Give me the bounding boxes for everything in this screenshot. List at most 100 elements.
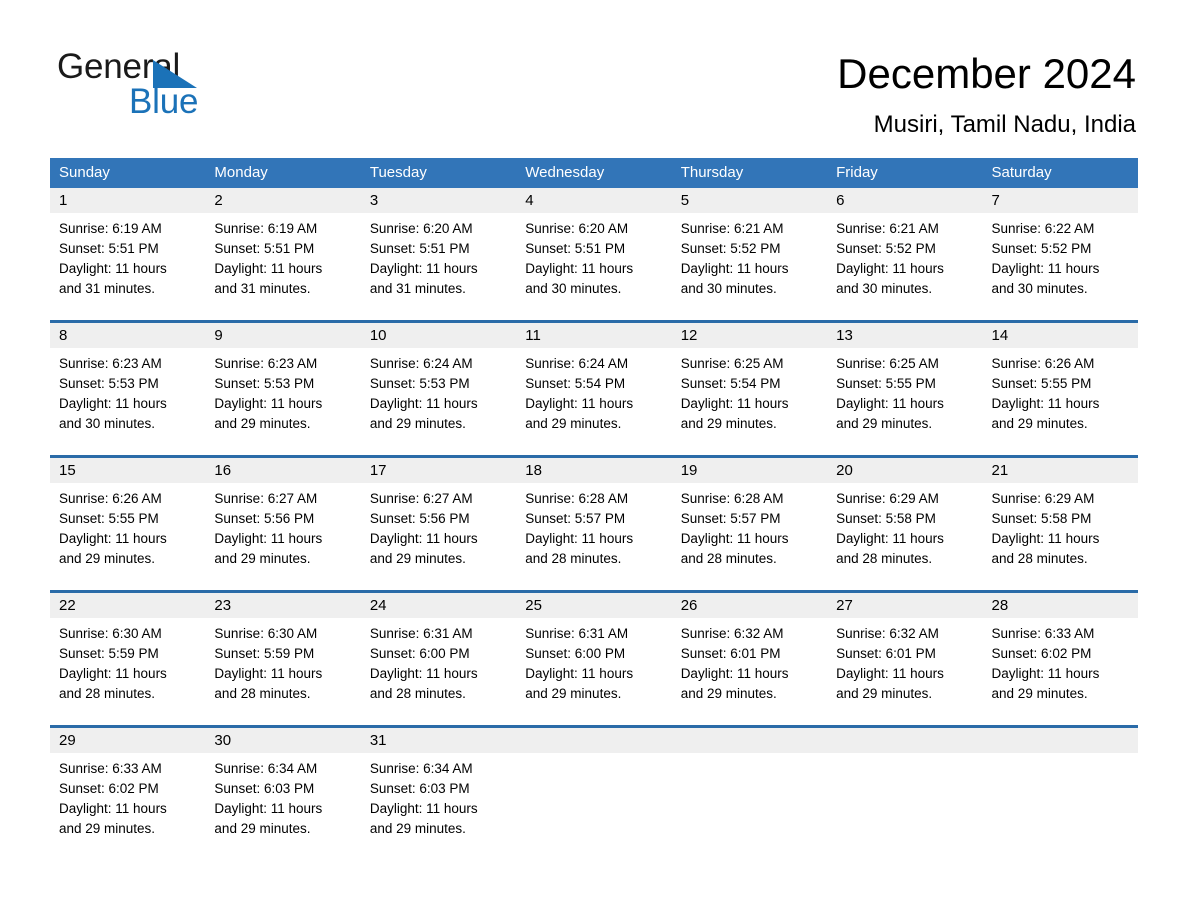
sunset-text: Sunset: 6:01 PM <box>680 646 781 661</box>
sunset-text: Sunset: 5:51 PM <box>59 241 159 256</box>
sunset-text: Sunset: 5:55 PM <box>836 376 936 391</box>
daylight-text-line1: Daylight: 11 hours <box>369 666 478 681</box>
day-info: Sunrise: 6:26 AM Sunset: 5:55 PM Daylight:… <box>50 483 205 578</box>
daylight-text-line1: Daylight: 11 hours <box>59 666 167 681</box>
sunset-text: Sunset: 5:56 PM <box>369 511 470 526</box>
sunrise-text: Sunrise: 6:26 AM <box>59 491 162 506</box>
day-number[interactable]: 18 <box>516 458 671 483</box>
daylight-text-line1: Daylight: 11 hours <box>680 531 789 546</box>
daylight-text-line2: and 29 minutes. <box>836 686 933 701</box>
sunrise-text: Sunrise: 6:33 AM <box>59 761 162 776</box>
day-number[interactable]: 16 <box>205 458 360 483</box>
day-number[interactable]: 20 <box>827 458 982 483</box>
day-info: Sunrise: 6:32 AM Sunset: 6:01 PM Daylight:… <box>827 618 982 713</box>
daylight-text-line1: Daylight: 11 hours <box>525 531 634 546</box>
sunrise-text: Sunrise: 6:27 AM <box>214 491 318 506</box>
daylight-text-line2: and 29 minutes. <box>59 551 156 566</box>
daylight-text-line1: Daylight: 11 hours <box>59 531 167 546</box>
calendar-week-row: 15 16 17 18 19 20 21 Sunrise: 6:26 AM Sunset: 5:… <box>50 455 1138 578</box>
day-info: Sunrise: 6:31 AM Sunset: 6:00 PM Daylight:… <box>516 618 671 713</box>
daylight-text-line2: and 30 minutes. <box>836 281 933 296</box>
calendar-week-row: 1 2 3 4 5 6 7 Sunrise: 6:19 AM Sunset: 5:51 PM Da… <box>50 188 1138 308</box>
daylight-text-line2: and 31 minutes. <box>59 281 156 296</box>
day-number-empty <box>672 728 827 753</box>
day-number[interactable]: 6 <box>827 188 982 213</box>
day-number[interactable]: 30 <box>205 728 360 753</box>
sunrise-text: Sunrise: 6:25 AM <box>836 356 939 371</box>
daylight-text-line2: and 29 minutes. <box>369 416 466 431</box>
day-number[interactable]: 22 <box>50 593 205 618</box>
daylight-text-line2: and 28 minutes. <box>214 686 311 701</box>
sunset-text: Sunset: 5:53 PM <box>369 376 470 391</box>
day-number[interactable]: 12 <box>672 323 827 348</box>
day-info: Sunrise: 6:33 AM Sunset: 6:02 PM Daylight:… <box>983 618 1138 713</box>
daylight-text-line1: Daylight: 11 hours <box>369 531 478 546</box>
daylight-text-line2: and 28 minutes. <box>525 551 622 566</box>
day-number[interactable]: 4 <box>516 188 671 213</box>
day-info: Sunrise: 6:28 AM Sunset: 5:57 PM Daylight:… <box>672 483 827 578</box>
sunset-text: Sunset: 6:02 PM <box>991 646 1092 661</box>
day-number[interactable]: 19 <box>672 458 827 483</box>
sunrise-text: Sunrise: 6:33 AM <box>991 626 1095 641</box>
sunset-text: Sunset: 5:51 PM <box>214 241 315 256</box>
day-info-empty <box>983 753 1138 848</box>
day-info: Sunrise: 6:34 AM Sunset: 6:03 PM Daylight:… <box>361 753 516 848</box>
weekday-header-sunday: Sunday <box>59 164 110 181</box>
day-info: Sunrise: 6:32 AM Sunset: 6:01 PM Daylight:… <box>672 618 827 713</box>
day-number[interactable]: 13 <box>827 323 982 348</box>
day-number[interactable]: 7 <box>983 188 1138 213</box>
day-info: Sunrise: 6:29 AM Sunset: 5:58 PM Daylight:… <box>983 483 1138 578</box>
day-number[interactable]: 3 <box>361 188 516 213</box>
day-number[interactable]: 27 <box>827 593 982 618</box>
day-number[interactable]: 25 <box>516 593 671 618</box>
day-number[interactable]: 17 <box>361 458 516 483</box>
sunrise-text: Sunrise: 6:21 AM <box>680 221 784 236</box>
day-info: Sunrise: 6:19 AM Sunset: 5:51 PM Daylight:… <box>50 213 205 308</box>
calendar-page: General Blue December 2024 Musiri, Tamil… <box>0 0 1188 918</box>
day-number[interactable]: 2 <box>205 188 360 213</box>
title-block: December 2024 Musiri, Tamil Nadu, India <box>837 48 1136 142</box>
sunrise-text: Sunrise: 6:26 AM <box>991 356 1095 371</box>
day-number[interactable]: 26 <box>672 593 827 618</box>
day-number[interactable]: 11 <box>516 323 671 348</box>
day-number[interactable]: 29 <box>50 728 205 753</box>
daylight-text-line1: Daylight: 11 hours <box>214 396 323 411</box>
week-date-band: 22 23 24 25 26 27 28 <box>50 593 1138 618</box>
day-info: Sunrise: 6:22 AM Sunset: 5:52 PM Daylight:… <box>983 213 1138 308</box>
weekday-header-wednesday: Wednesday <box>525 164 605 181</box>
daylight-text-line1: Daylight: 11 hours <box>991 396 1100 411</box>
daylight-text-line1: Daylight: 11 hours <box>525 396 634 411</box>
sunrise-text: Sunrise: 6:20 AM <box>525 221 629 236</box>
day-number[interactable]: 8 <box>50 323 205 348</box>
day-number[interactable]: 10 <box>361 323 516 348</box>
day-number[interactable]: 28 <box>983 593 1138 618</box>
daylight-text-line2: and 29 minutes. <box>369 821 466 836</box>
day-info: Sunrise: 6:24 AM Sunset: 5:54 PM Daylight:… <box>516 348 671 443</box>
daylight-text-line1: Daylight: 11 hours <box>991 666 1100 681</box>
day-number[interactable]: 15 <box>50 458 205 483</box>
day-info: Sunrise: 6:19 AM Sunset: 5:51 PM Daylight:… <box>205 213 360 308</box>
daylight-text-line2: and 28 minutes. <box>369 686 466 701</box>
daylight-text-line2: and 29 minutes. <box>680 416 777 431</box>
day-number[interactable]: 1 <box>50 188 205 213</box>
sunset-text: Sunset: 5:53 PM <box>214 376 315 391</box>
daylight-text-line2: and 29 minutes. <box>525 416 622 431</box>
sunset-text: Sunset: 5:58 PM <box>991 511 1092 526</box>
sunrise-text: Sunrise: 6:31 AM <box>369 626 473 641</box>
page-title: December 2024 <box>837 50 1136 97</box>
day-number[interactable]: 5 <box>672 188 827 213</box>
sunset-text: Sunset: 5:55 PM <box>991 376 1092 391</box>
sunset-text: Sunset: 6:01 PM <box>836 646 936 661</box>
day-info: Sunrise: 6:27 AM Sunset: 5:56 PM Daylight:… <box>361 483 516 578</box>
day-number[interactable]: 23 <box>205 593 360 618</box>
sunset-text: Sunset: 5:52 PM <box>680 241 781 256</box>
day-number[interactable]: 31 <box>361 728 516 753</box>
day-number[interactable]: 21 <box>983 458 1138 483</box>
day-number[interactable]: 24 <box>361 593 516 618</box>
daylight-text-line1: Daylight: 11 hours <box>214 531 323 546</box>
daylight-text-line2: and 29 minutes. <box>991 686 1088 701</box>
day-number[interactable]: 14 <box>983 323 1138 348</box>
sunset-text: Sunset: 5:54 PM <box>525 376 626 391</box>
day-number[interactable]: 9 <box>205 323 360 348</box>
day-info: Sunrise: 6:30 AM Sunset: 5:59 PM Daylight:… <box>50 618 205 713</box>
